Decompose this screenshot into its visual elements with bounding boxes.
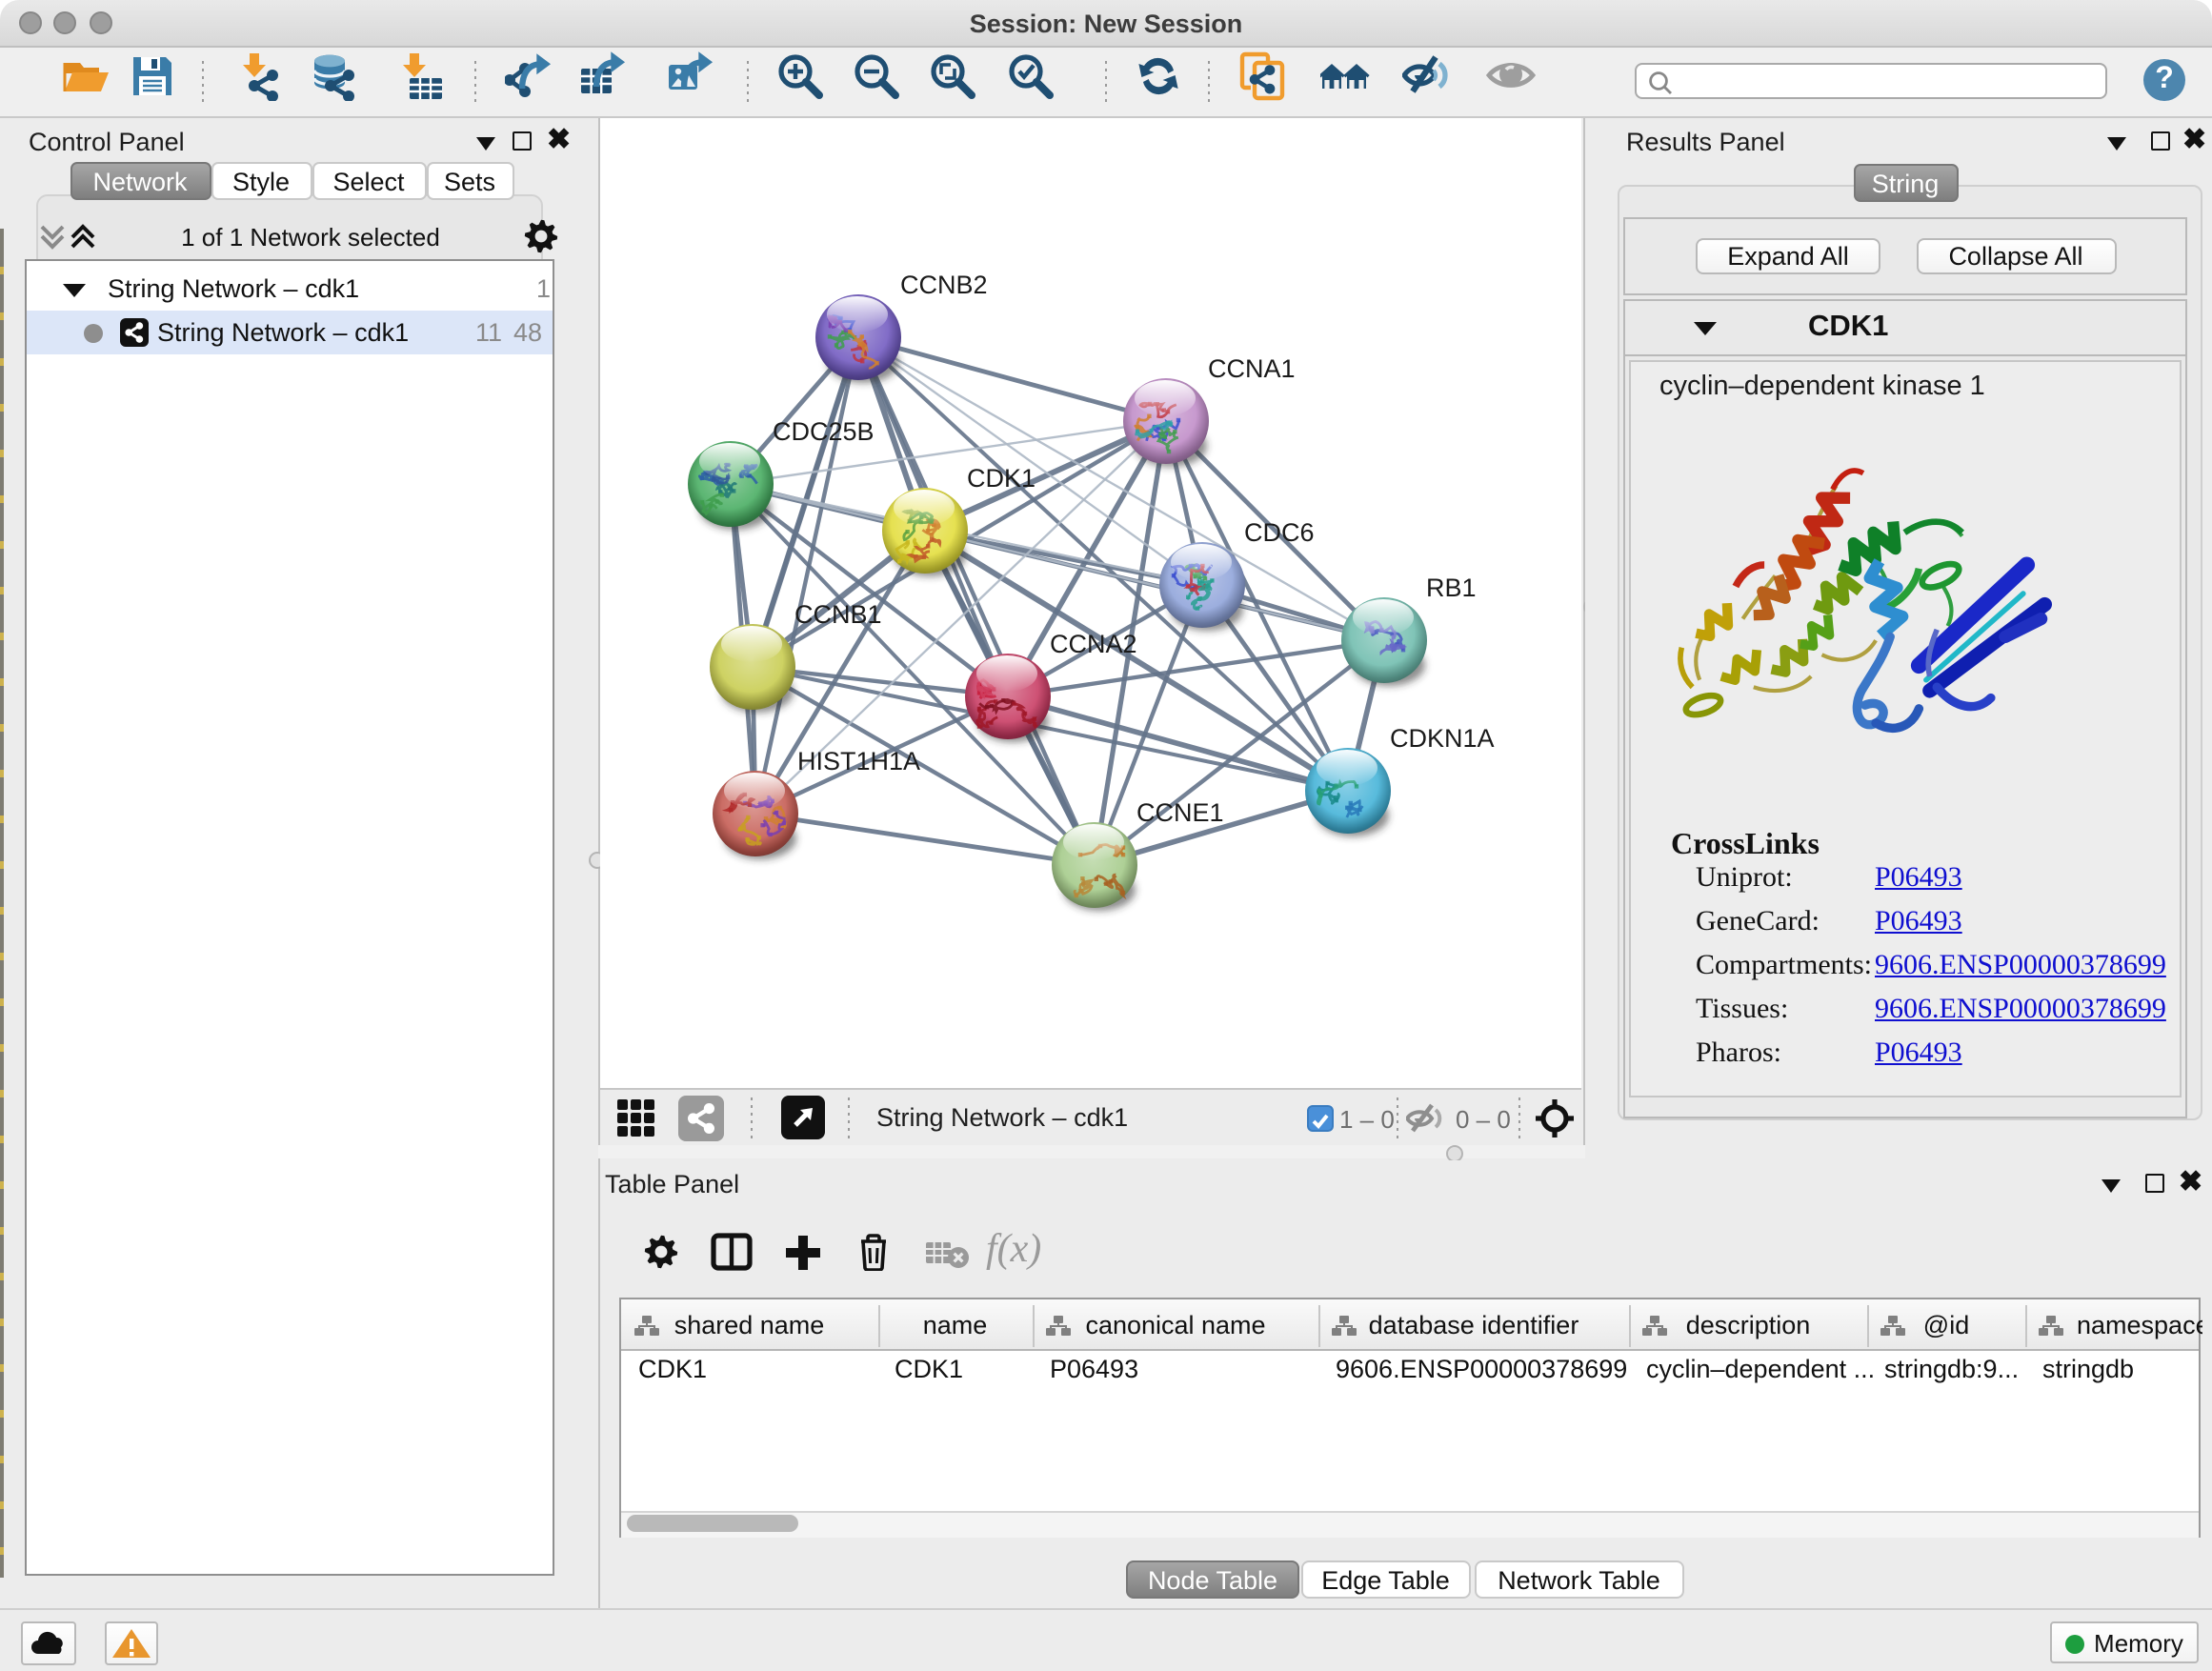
svg-text:RB1: RB1 xyxy=(1426,574,1477,602)
svg-text:CCNA2: CCNA2 xyxy=(1050,630,1137,658)
svg-text:CCNB2: CCNB2 xyxy=(900,271,988,299)
svg-text:CCNB1: CCNB1 xyxy=(794,600,882,629)
svg-text:CDC25B: CDC25B xyxy=(773,417,875,446)
svg-text:CDKN1A: CDKN1A xyxy=(1390,724,1495,753)
svg-text:CDC6: CDC6 xyxy=(1244,518,1315,547)
svg-text:CDK1: CDK1 xyxy=(967,464,1036,493)
svg-text:CCNE1: CCNE1 xyxy=(1136,798,1224,827)
svg-text:CCNA1: CCNA1 xyxy=(1208,354,1296,383)
svg-text:HIST1H1A: HIST1H1A xyxy=(797,747,920,775)
